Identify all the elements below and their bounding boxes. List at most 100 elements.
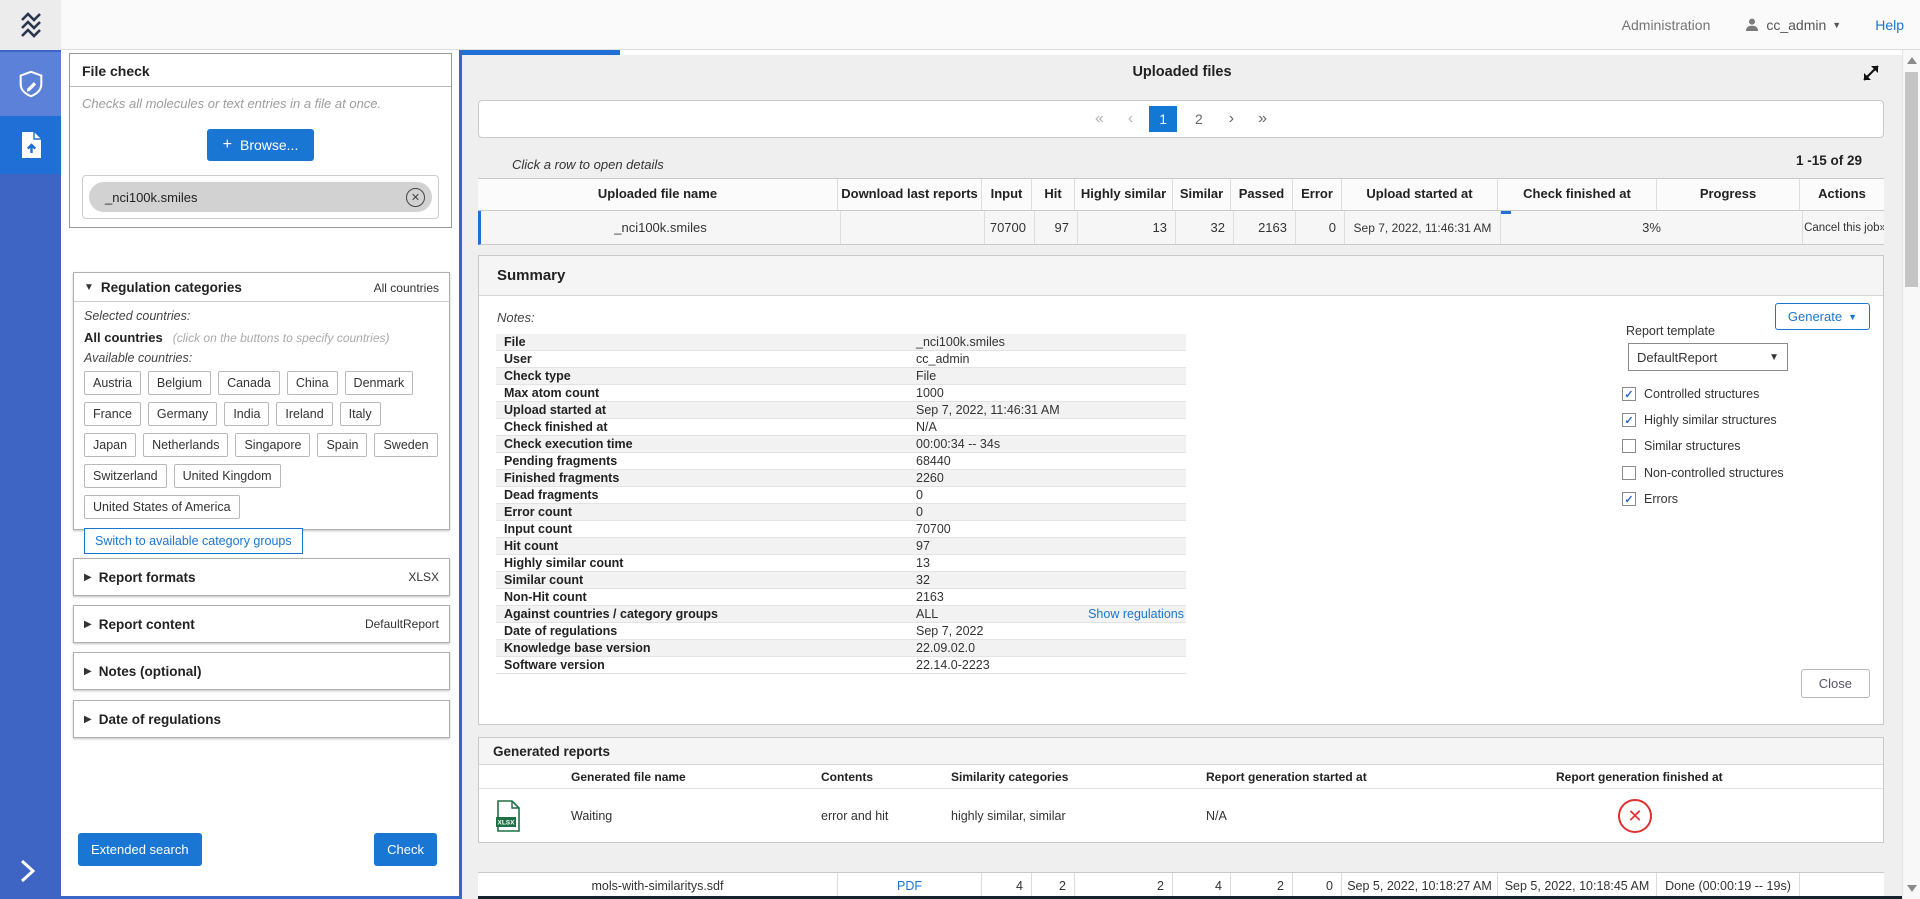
- expand-sidebar-chevron[interactable]: [16, 858, 38, 887]
- cell-file-name: _nci100k.smiles: [481, 211, 841, 244]
- column-header: Highly similar: [1075, 179, 1173, 210]
- file-upload-icon: [18, 130, 44, 160]
- scroll-up-icon[interactable]: [1907, 57, 1917, 64]
- available-countries-label: Available countries:: [84, 351, 439, 365]
- extended-search-button[interactable]: Extended search: [78, 833, 202, 866]
- country-button[interactable]: Switzerland: [84, 464, 167, 488]
- xlsx-file-icon: XLSX: [495, 800, 521, 832]
- column-header: Actions: [1800, 179, 1884, 210]
- administration-link[interactable]: Administration: [1622, 17, 1711, 33]
- country-button[interactable]: Ireland: [276, 402, 332, 426]
- summary-row: Against countries / category groups ALL …: [496, 606, 1186, 623]
- close-button[interactable]: Close: [1801, 669, 1870, 698]
- scrollbar-thumb[interactable]: [1905, 72, 1918, 287]
- country-button[interactable]: Netherlands: [143, 433, 228, 457]
- summary-row: Similar count32: [496, 572, 1186, 589]
- pagination-last-icon[interactable]: »: [1250, 108, 1275, 130]
- option-similar-structures[interactable]: Similar structures: [1622, 439, 1741, 453]
- checkbox[interactable]: ✓: [1622, 413, 1636, 427]
- country-button[interactable]: Austria: [84, 371, 141, 395]
- regulation-categories-title: Regulation categories: [101, 280, 242, 295]
- country-button[interactable]: Germany: [148, 402, 217, 426]
- checkbox[interactable]: ✓: [1622, 387, 1636, 401]
- chevron-right-icon: [16, 858, 38, 884]
- pagination-bar: « ‹ 1 2 › »: [478, 100, 1884, 138]
- check-button[interactable]: Check: [374, 833, 437, 866]
- option-errors[interactable]: ✓ Errors: [1622, 492, 1678, 506]
- report-formats-section[interactable]: ▶ Report formats XLSX: [73, 558, 450, 596]
- country-button[interactable]: Japan: [84, 433, 136, 457]
- summary-row: Check typeFile: [496, 368, 1186, 385]
- country-button[interactable]: Italy: [340, 402, 381, 426]
- generated-reports-title: Generated reports: [479, 738, 1883, 765]
- regulation-categories-header[interactable]: ▼ Regulation categories All countries: [74, 273, 449, 302]
- shield-pencil-icon: [16, 69, 46, 99]
- browse-label: Browse...: [240, 137, 298, 153]
- country-button[interactable]: China: [287, 371, 338, 395]
- cancel-report-icon[interactable]: ✕: [1618, 799, 1652, 833]
- uploaded-file-row[interactable]: mols-with-similaritys.sdf PDF 4 2 2 4 2 …: [478, 872, 1884, 899]
- checkbox[interactable]: ✓: [1622, 492, 1636, 506]
- cell-similar: 32: [1176, 211, 1234, 244]
- chevron-down-icon: ▼: [1832, 20, 1841, 30]
- date-of-regulations-section[interactable]: ▶ Date of regulations: [73, 700, 450, 738]
- column-header: Generated file name: [571, 770, 821, 784]
- summary-row: Dead fragments0: [496, 487, 1186, 504]
- report-similarity-categories: highly similar, similar: [951, 809, 1206, 823]
- cell-error: 0: [1296, 211, 1345, 244]
- scroll-down-icon[interactable]: [1907, 885, 1917, 892]
- caret-collapsed-icon: ▶: [84, 572, 92, 583]
- pagination-page-2[interactable]: 2: [1185, 106, 1213, 132]
- user-menu[interactable]: cc_admin ▼: [1744, 17, 1841, 33]
- pagination-prev-icon[interactable]: ‹: [1120, 108, 1141, 130]
- sidebar-item-structure-check[interactable]: [0, 52, 61, 116]
- chevron-down-icon: ▼: [1769, 352, 1779, 363]
- notes-section[interactable]: ▶ Notes (optional): [73, 652, 450, 690]
- switch-category-groups-button[interactable]: Switch to available category groups: [84, 528, 303, 554]
- show-regulations-link[interactable]: Show regulations: [1088, 607, 1186, 621]
- country-button-list: Austria Belgium Canada China Denmark Fra…: [84, 371, 439, 519]
- expand-panel-icon[interactable]: [1858, 60, 1886, 88]
- app-logo[interactable]: [0, 0, 61, 50]
- cell-highly-similar: 13: [1078, 211, 1176, 244]
- country-button[interactable]: Singapore: [235, 433, 310, 457]
- summary-row: Pending fragments68440: [496, 453, 1186, 470]
- country-button[interactable]: Canada: [218, 371, 280, 395]
- report-contents: error and hit: [821, 809, 951, 823]
- option-controlled-structures[interactable]: ✓ Controlled structures: [1622, 387, 1759, 401]
- checkbox[interactable]: [1622, 439, 1636, 453]
- report-template-select[interactable]: DefaultReport ▼: [1628, 343, 1788, 371]
- help-link[interactable]: Help: [1875, 17, 1904, 33]
- country-button[interactable]: Sweden: [374, 433, 437, 457]
- pagination-page-1[interactable]: 1: [1149, 106, 1177, 132]
- cell-passed: 2163: [1234, 211, 1296, 244]
- sidebar-item-file-check[interactable]: [0, 116, 61, 174]
- country-button[interactable]: Belgium: [148, 371, 211, 395]
- generate-button[interactable]: Generate ▼: [1775, 303, 1870, 330]
- summary-row: Check finished atN/A: [496, 419, 1186, 436]
- browse-button[interactable]: + Browse...: [207, 129, 315, 161]
- report-content-value: DefaultReport: [365, 617, 439, 631]
- summary-row: Finished fragments2260: [496, 470, 1186, 487]
- report-content-section[interactable]: ▶ Report content DefaultReport: [73, 605, 450, 643]
- option-highly-similar-structures[interactable]: ✓ Highly similar structures: [1622, 413, 1777, 427]
- country-button[interactable]: India: [224, 402, 269, 426]
- caret-collapsed-icon: ▶: [84, 666, 92, 677]
- summary-row: Hit count97: [496, 538, 1186, 555]
- vertical-scrollbar[interactable]: [1902, 50, 1920, 899]
- remove-file-icon[interactable]: ✕: [406, 188, 425, 207]
- country-button[interactable]: France: [84, 402, 141, 426]
- country-button[interactable]: Denmark: [345, 371, 414, 395]
- country-button[interactable]: United Kingdom: [174, 464, 281, 488]
- pagination-first-icon[interactable]: «: [1087, 108, 1112, 130]
- country-button[interactable]: United States of America: [84, 495, 240, 519]
- report-template-label: Report template: [1626, 324, 1715, 338]
- checkbox[interactable]: [1622, 466, 1636, 480]
- summary-title: Summary: [479, 256, 1883, 296]
- pagination-next-icon[interactable]: ›: [1221, 108, 1242, 130]
- uploaded-file-row-selected[interactable]: _nci100k.smiles 70700 97 13 32 2163 0 Se…: [478, 211, 1884, 245]
- cancel-job-link[interactable]: Cancel this job»: [1803, 211, 1884, 244]
- option-non-controlled-structures[interactable]: Non-controlled structures: [1622, 466, 1784, 480]
- country-button[interactable]: Spain: [317, 433, 367, 457]
- column-header: Similarity categories: [951, 770, 1206, 784]
